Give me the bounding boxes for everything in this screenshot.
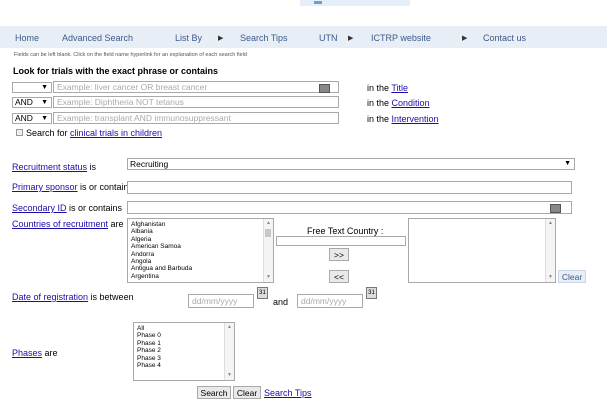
nav-ictrp-website[interactable]: ICTRP website bbox=[371, 33, 431, 43]
phase-option[interactable]: Phase 4 bbox=[137, 362, 231, 369]
selected-countries-list[interactable]: ▲ ▼ bbox=[408, 218, 556, 283]
registration-date-label: Date of registration is between bbox=[12, 292, 134, 302]
clear-countries-button[interactable]: Clear bbox=[558, 270, 586, 283]
country-option[interactable]: American Samoa bbox=[131, 243, 270, 250]
calendar-icon[interactable]: 31 bbox=[257, 287, 268, 299]
secondary-id-label: Secondary ID is or contains bbox=[12, 203, 123, 213]
countries-link[interactable]: Countries of recruitment bbox=[12, 219, 108, 229]
condition-field-label: in the Condition bbox=[367, 98, 430, 108]
scroll-down-icon[interactable]: ▼ bbox=[227, 372, 232, 379]
dropdown-arrow-icon: ▼ bbox=[41, 99, 48, 106]
phase-option[interactable]: Phase 1 bbox=[137, 340, 231, 347]
nav-list-by[interactable]: List By bbox=[175, 33, 202, 43]
section-heading: Look for trials with the exact phrase or… bbox=[13, 66, 219, 76]
scroll-up-icon[interactable]: ▲ bbox=[548, 220, 553, 227]
title-help-link[interactable]: Title bbox=[391, 83, 408, 93]
condition-help-link[interactable]: Condition bbox=[392, 98, 430, 108]
secondary-id-input[interactable] bbox=[127, 201, 572, 214]
country-option[interactable]: Albania bbox=[131, 228, 270, 235]
country-option[interactable]: Angola bbox=[131, 258, 270, 265]
nav-bar: Home Advanced Search List By ▶ Search Ti… bbox=[0, 26, 607, 48]
primary-sponsor-link[interactable]: Primary sponsor bbox=[12, 182, 78, 192]
secondary-id-link[interactable]: Secondary ID bbox=[12, 203, 67, 213]
country-option[interactable]: Andorra bbox=[131, 251, 270, 258]
phase-option[interactable]: Phase 0 bbox=[137, 332, 231, 339]
scroll-up-icon[interactable]: ▲ bbox=[266, 220, 271, 227]
search-button[interactable]: Search bbox=[197, 386, 231, 399]
scroll-down-icon[interactable]: ▼ bbox=[548, 274, 553, 281]
caret-right-icon: ▶ bbox=[462, 35, 468, 42]
phases-label: Phases are bbox=[12, 348, 58, 358]
intervention-input[interactable]: Example: transplant AND immunosuppressan… bbox=[53, 112, 339, 124]
recruitment-status-label: Recruitment status is bbox=[12, 162, 97, 172]
nav-contact-us[interactable]: Contact us bbox=[483, 33, 526, 43]
calendar-icon[interactable]: 31 bbox=[366, 287, 377, 299]
keyboard-icon[interactable] bbox=[550, 204, 561, 213]
countries-list[interactable]: Afghanistan Albania Algeria American Sam… bbox=[127, 218, 274, 283]
operator-select-condition[interactable]: AND ▼ bbox=[12, 97, 52, 108]
operator-select-title[interactable]: ▼ bbox=[12, 82, 52, 93]
recruitment-status-link[interactable]: Recruitment status bbox=[12, 162, 87, 172]
search-tips-link[interactable]: Search Tips bbox=[264, 388, 312, 398]
phases-list[interactable]: All Phase 0 Phase 1 Phase 2 Phase 3 Phas… bbox=[133, 322, 235, 381]
countries-scrollbar[interactable]: ▲ ▼ bbox=[263, 219, 273, 282]
nav-search-tips[interactable]: Search Tips bbox=[240, 33, 288, 43]
country-option[interactable]: Antigua and Barbuda bbox=[131, 265, 270, 272]
countries-label: Countries of recruitment are bbox=[12, 219, 124, 229]
scroll-up-icon[interactable]: ▲ bbox=[227, 324, 232, 331]
dropdown-arrow-icon: ▼ bbox=[564, 160, 571, 167]
primary-sponsor-label: Primary sponsor is or contains bbox=[12, 182, 134, 192]
country-option[interactable]: Argentina bbox=[131, 273, 270, 280]
condition-input[interactable]: Example: Diphtheria NOT tetanus bbox=[53, 96, 339, 108]
instructions-note: Fields can be left blank. Click on the f… bbox=[14, 52, 247, 58]
date-and-label: and bbox=[273, 297, 289, 307]
phases-link[interactable]: Phases bbox=[12, 348, 42, 358]
title-field-label: in the Title bbox=[367, 83, 409, 93]
phases-scrollbar[interactable]: ▲ ▼ bbox=[224, 323, 234, 380]
caret-right-icon: ▶ bbox=[348, 35, 354, 42]
free-text-country-label: Free Text Country : bbox=[307, 226, 384, 236]
children-trials-link[interactable]: clinical trials in children bbox=[70, 128, 162, 138]
intervention-field-label: in the Intervention bbox=[367, 114, 439, 124]
country-option[interactable]: Afghanistan bbox=[131, 221, 270, 228]
header-logo-fragment bbox=[300, 0, 410, 6]
clear-button[interactable]: Clear bbox=[233, 386, 261, 399]
nav-home[interactable]: Home bbox=[15, 33, 39, 43]
phase-option[interactable]: All bbox=[137, 325, 231, 332]
dropdown-arrow-icon: ▼ bbox=[41, 84, 48, 91]
children-label: Search for clinical trials in children bbox=[26, 128, 163, 138]
nav-utn[interactable]: UTN bbox=[319, 33, 338, 43]
dropdown-arrow-icon: ▼ bbox=[41, 115, 48, 122]
registration-from-input[interactable]: dd/mm/yyyy bbox=[188, 294, 254, 308]
primary-sponsor-input[interactable] bbox=[127, 181, 572, 194]
country-option[interactable]: Algeria bbox=[131, 236, 270, 243]
recruitment-status-select[interactable]: Recruiting ▼ bbox=[127, 158, 575, 170]
title-input[interactable]: Example: liver cancer OR breast cancer bbox=[53, 81, 339, 93]
intervention-help-link[interactable]: Intervention bbox=[392, 114, 439, 124]
caret-right-icon: ▶ bbox=[218, 35, 224, 42]
phase-option[interactable]: Phase 3 bbox=[137, 355, 231, 362]
children-checkbox[interactable] bbox=[16, 129, 23, 136]
scroll-thumb[interactable] bbox=[265, 229, 271, 237]
registration-to-input[interactable]: dd/mm/yyyy bbox=[297, 294, 363, 308]
operator-select-intervention[interactable]: AND ▼ bbox=[12, 113, 52, 124]
add-country-button[interactable]: >> bbox=[329, 248, 349, 261]
scroll-down-icon[interactable]: ▼ bbox=[266, 274, 271, 281]
keyboard-icon[interactable] bbox=[319, 84, 330, 93]
selected-countries-scrollbar[interactable]: ▲ ▼ bbox=[545, 219, 555, 282]
nav-advanced-search[interactable]: Advanced Search bbox=[62, 33, 133, 43]
phase-option[interactable]: Phase 2 bbox=[137, 347, 231, 354]
free-text-country-input[interactable] bbox=[276, 236, 406, 246]
remove-country-button[interactable]: << bbox=[329, 270, 349, 283]
registration-date-link[interactable]: Date of registration bbox=[12, 292, 88, 302]
